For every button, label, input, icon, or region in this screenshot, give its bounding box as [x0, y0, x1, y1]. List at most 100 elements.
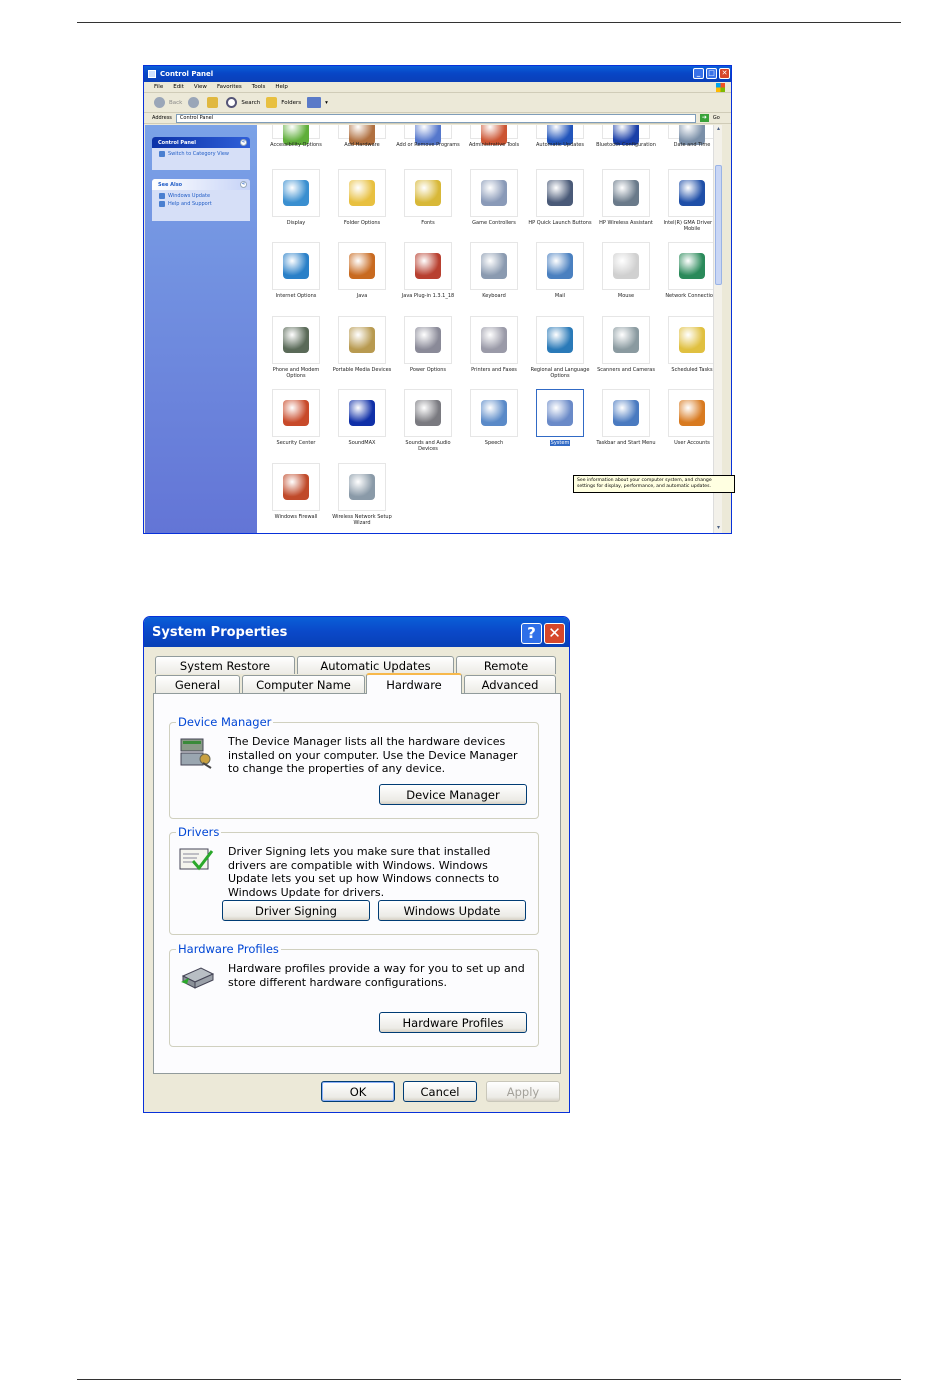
control-panel-window: Control Panel _ □ ✕ File Edit View Favor…	[143, 65, 735, 534]
maximize-button[interactable]: □	[706, 68, 717, 79]
up-folder-button[interactable]	[207, 97, 220, 108]
label-text: System	[549, 440, 571, 446]
cp-item-mouse[interactable]: Mouse	[593, 242, 659, 316]
windows-update-button[interactable]: Windows Update	[378, 900, 526, 921]
cp-item-java[interactable]: Java	[329, 242, 395, 316]
back-arrow-icon	[154, 97, 165, 108]
label-text: Keyboard	[482, 293, 506, 299]
see-also-header[interactable]: See Also «	[152, 179, 250, 190]
cp-item-phone-and-modem-options[interactable]: Phone and Modem Options	[263, 315, 329, 390]
help-button[interactable]: ?	[521, 623, 542, 644]
label-text: Power Options	[410, 366, 446, 373]
cp-item-sounds-and-audio-devices[interactable]: Sounds and Audio Devices	[395, 389, 461, 463]
tab-system-restore[interactable]: System Restore	[155, 656, 295, 674]
windows-update-link[interactable]: Windows Update	[152, 190, 250, 201]
help-support-link[interactable]: Help and Support	[152, 201, 250, 209]
icon-glyph	[283, 326, 309, 353]
device-manager-button[interactable]: Device Manager	[379, 784, 527, 805]
drivers-group-label: Drivers	[176, 825, 222, 839]
control-panel-box-header[interactable]: Control Panel «	[152, 137, 250, 148]
cp-item-taskbar-and-start-menu[interactable]: Taskbar and Start Menu	[593, 389, 659, 463]
cp-item-wireless-network-setup-wizard[interactable]: Wireless Network Setup Wizard	[329, 462, 395, 534]
menu-help[interactable]: Help	[275, 84, 288, 90]
menu-edit[interactable]: Edit	[173, 84, 184, 90]
button-label: Cancel	[420, 1084, 460, 1099]
collapse-chevron-icon[interactable]: «	[240, 139, 247, 146]
tab-automatic-updates[interactable]: Automatic Updates	[297, 656, 454, 674]
cp-item-add-hardware[interactable]: Add Hardware	[329, 125, 395, 199]
cp-item-keyboard[interactable]: Keyboard	[461, 242, 527, 316]
cp-item-windows-firewall[interactable]: Windows Firewall	[263, 462, 329, 534]
label-text: Scanners and Cameras	[597, 366, 655, 373]
cp-item-soundmax[interactable]: SoundMAX	[329, 389, 395, 463]
cp-item-internet-options[interactable]: Internet Options	[263, 242, 329, 316]
views-button[interactable]: ▾	[307, 97, 328, 108]
scroll-up-arrow-icon[interactable]: ▴	[714, 125, 722, 134]
apply-button[interactable]: Apply	[486, 1081, 560, 1102]
menu-favorites[interactable]: Favorites	[217, 84, 242, 90]
address-input[interactable]: Control Panel	[175, 113, 696, 123]
switch-category-view-link[interactable]: Switch to Category View	[152, 148, 250, 159]
dialog-titlebar: System Properties ? ✕	[144, 617, 569, 647]
menu-view[interactable]: View	[194, 84, 207, 90]
forward-button[interactable]	[188, 97, 201, 108]
cp-item-label: Keyboard	[461, 293, 527, 299]
tab-general[interactable]: General	[155, 675, 240, 693]
tab-advanced[interactable]: Advanced	[464, 675, 556, 693]
cp-item-scanners-and-cameras[interactable]: Scanners and Cameras	[593, 315, 659, 390]
scroll-thumb[interactable]	[715, 165, 722, 285]
icon-glyph	[613, 253, 639, 279]
close-button[interactable]: ✕	[719, 68, 730, 79]
back-button[interactable]: Back	[154, 97, 182, 108]
vertical-scrollbar[interactable]: ▴ ▾	[713, 125, 722, 533]
cp-item-label: Fonts	[395, 220, 461, 226]
mouse-icon	[602, 242, 650, 290]
cp-item-security-center[interactable]: Security Center	[263, 389, 329, 463]
button-label: Hardware Profiles	[402, 1015, 504, 1030]
ok-button[interactable]: OK	[321, 1081, 395, 1102]
folders-button[interactable]: Folders	[266, 97, 301, 108]
cp-item-bluetooth-configuration[interactable]: Bluetooth Configuration	[593, 125, 659, 199]
label-text: Windows Firewall	[274, 513, 318, 520]
minimize-button[interactable]: _	[693, 68, 704, 79]
go-arrow-icon[interactable]: ➜	[699, 114, 709, 122]
driver-signing-button[interactable]: Driver Signing	[222, 900, 370, 921]
cp-item-administrative-tools[interactable]: Administrative Tools	[461, 125, 527, 199]
tab-label: Computer Name	[256, 677, 351, 692]
tooltip: See information about your computer syst…	[573, 475, 735, 493]
cp-item-portable-media-devices[interactable]: Portable Media Devices	[329, 315, 395, 390]
collapse-chevron-icon[interactable]: «	[240, 181, 247, 188]
label-text: HP Quick Launch Buttons	[528, 219, 592, 226]
icon-glyph	[283, 253, 309, 279]
cp-item-label: Accessibility Options	[263, 142, 329, 148]
cp-item-mail[interactable]: Mail	[527, 242, 593, 316]
cp-item-printers-and-faxes[interactable]: Printers and Faxes	[461, 315, 527, 390]
cp-item-speech[interactable]: Speech	[461, 389, 527, 463]
cp-item-regional-and-language-options[interactable]: Regional and Language Options	[527, 315, 593, 390]
cp-item-power-options[interactable]: Power Options	[395, 315, 461, 390]
scroll-down-arrow-icon[interactable]: ▾	[714, 524, 722, 533]
hardware-profiles-button[interactable]: Hardware Profiles	[379, 1012, 527, 1033]
cp-item-add-or-remove-programs[interactable]: Add or Remove Programs	[395, 125, 461, 199]
see-also-title: See Also	[158, 181, 183, 188]
cp-item-java-plug-in-1-3-1-18[interactable]: Java Plug-in 1.3.1_18	[395, 242, 461, 316]
cp-item-label: Java Plug-in 1.3.1_18	[395, 293, 461, 299]
label-text: Network Connections	[665, 293, 719, 299]
cancel-button[interactable]: Cancel	[403, 1081, 477, 1102]
label-text: Administrative Tools	[468, 142, 520, 148]
tab-remote[interactable]: Remote	[456, 656, 556, 674]
menu-file[interactable]: File	[154, 84, 163, 90]
cp-item-label: SoundMAX	[329, 440, 395, 446]
label-text: User Accounts	[674, 440, 710, 446]
search-button[interactable]: Search	[226, 97, 260, 108]
menu-tools[interactable]: Tools	[252, 84, 266, 90]
cp-item-accessibility-options[interactable]: Accessibility Options	[263, 125, 329, 199]
cp-item-system[interactable]: System	[527, 389, 593, 463]
go-label[interactable]: Go	[713, 115, 720, 121]
close-button[interactable]: ✕	[544, 623, 565, 644]
tab-hardware[interactable]: Hardware	[366, 673, 462, 694]
cp-item-automatic-updates[interactable]: Automatic Updates	[527, 125, 593, 199]
cp-item-label: Add or Remove Programs	[395, 142, 461, 148]
tab-computer-name[interactable]: Computer Name	[242, 675, 365, 693]
cp-item-label: Java	[329, 293, 395, 299]
